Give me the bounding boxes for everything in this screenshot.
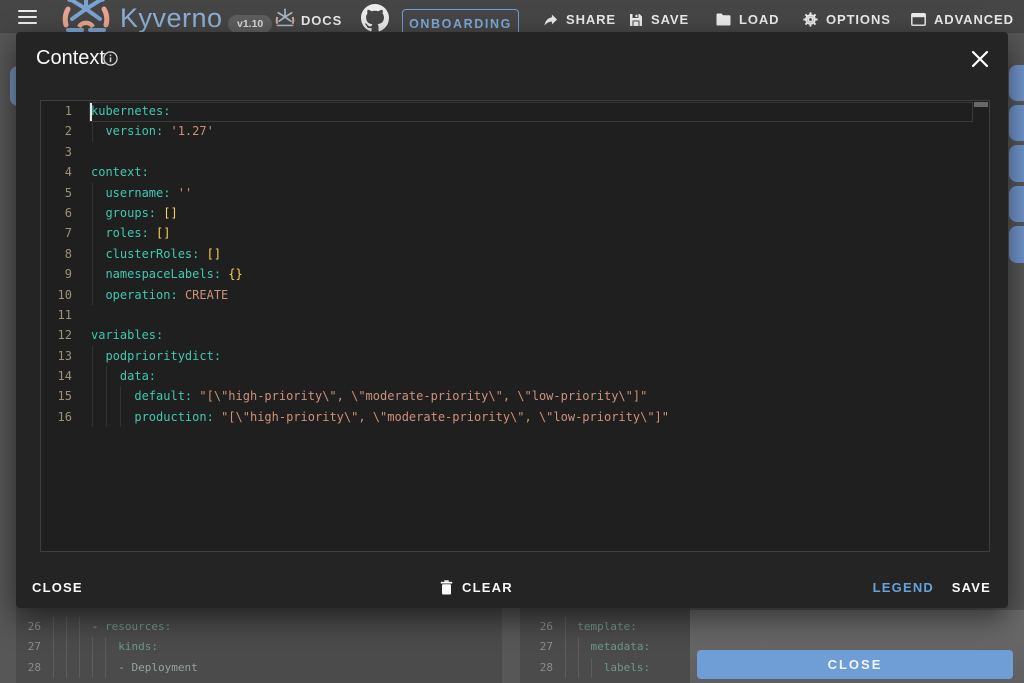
brand-title: Kyverno [120,3,223,34]
side-pill[interactable] [1009,226,1024,263]
side-pill[interactable] [1009,105,1024,142]
docs-label: DOCS [301,13,342,28]
trash-icon [440,580,453,595]
background-policy-editor: 26 - resources:27 kinds:28 - Deployment [16,595,502,683]
background-resource-editor: 26 template:27 metadata:28 labels: [520,595,690,683]
share-button[interactable]: SHARE [543,12,616,27]
load-label: LOAD [739,12,779,27]
version-badge: v1.10 [228,15,272,33]
close-icon[interactable] [968,47,992,71]
kyverno-logo-icon [60,0,112,33]
editor-lines: 1kubernetes:2 version: '1.27'34context:5… [41,101,989,427]
clear-button[interactable]: CLEAR [440,580,513,595]
save-icon [629,13,643,27]
side-pill[interactable] [1009,186,1024,223]
info-icon[interactable] [103,51,118,66]
context-modal: Context 1kubernetes:2 version: '1.27'34c… [16,32,1008,608]
advanced-button[interactable]: ADVANCED [911,12,1014,27]
load-button[interactable]: LOAD [716,12,779,27]
modal-save-button[interactable]: SAVE [952,580,991,595]
legend-button[interactable]: LEGEND [873,580,934,595]
modal-footer: CLOSE CLEAR LEGEND SAVE [16,568,1008,608]
save-button-topbar[interactable]: SAVE [629,12,689,27]
modal-close-button[interactable]: CLOSE [32,580,83,595]
onboarding-close-button[interactable]: CLOSE [697,650,1013,679]
docs-link[interactable]: DOCS [301,13,342,28]
window-icon [911,13,926,26]
docs-logo-icon [274,6,296,28]
side-pill[interactable] [1009,145,1024,182]
gear-icon [803,12,818,27]
advanced-label: ADVANCED [934,12,1014,27]
options-label: OPTIONS [826,12,891,27]
share-label: SHARE [566,12,616,27]
editor-scrollbar[interactable] [974,102,988,107]
save-label: SAVE [651,12,689,27]
onboarding-popover: CLOSE [690,610,1024,683]
github-icon[interactable] [361,4,389,32]
share-icon [543,13,558,27]
top-bar: Kyverno v1.10 DOCS ONBOARDING SHARE [0,0,1024,33]
menu-icon[interactable] [18,10,37,25]
side-pill[interactable] [1009,65,1024,102]
folder-icon [716,13,731,26]
page: 26 - resources:27 kinds:28 - Deployment … [0,0,1024,683]
options-button[interactable]: OPTIONS [803,12,891,27]
context-code-editor[interactable]: 1kubernetes:2 version: '1.27'34context:5… [40,100,990,552]
clear-label: CLEAR [462,580,513,595]
modal-title: Context [36,47,105,70]
